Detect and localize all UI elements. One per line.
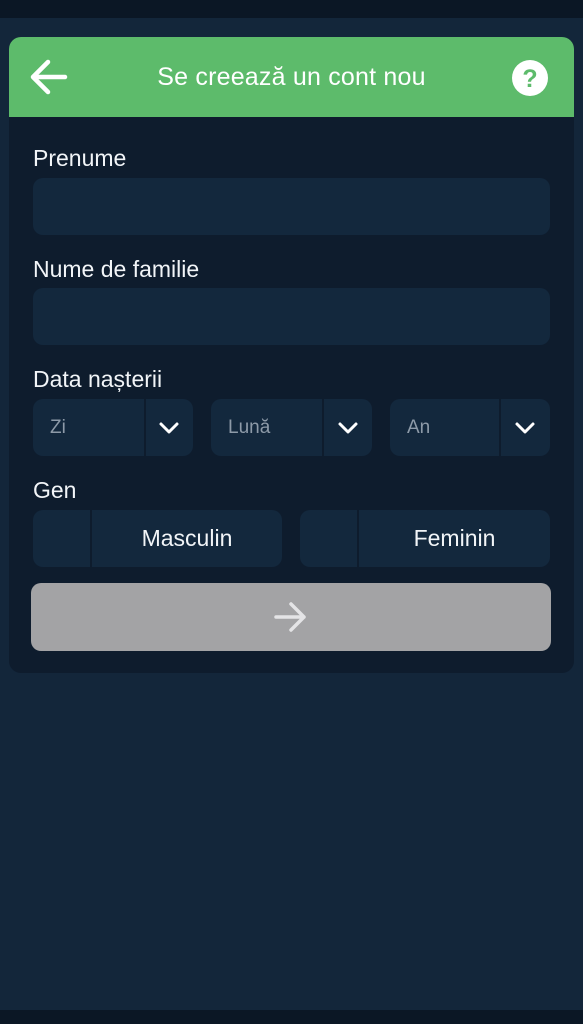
last-name-input[interactable]: [33, 288, 550, 345]
navigation-bar: [0, 1010, 583, 1024]
first-name-label: Prenume: [33, 145, 127, 171]
chevron-down-icon: [338, 422, 358, 434]
year-select-value: An: [407, 417, 431, 438]
header-bar: Se creează un cont nou ?: [9, 37, 574, 117]
gender-label: Gen: [33, 477, 77, 503]
status-bar: [0, 0, 583, 18]
month-select-value: Lună: [228, 417, 271, 438]
svg-text:?: ?: [522, 65, 537, 93]
year-select[interactable]: An: [390, 399, 550, 456]
day-select[interactable]: Zi: [33, 399, 193, 456]
signup-card: Se creează un cont nou ? Prenume Nume de…: [9, 37, 574, 673]
arrow-left-icon: [30, 59, 68, 95]
page-title: Se creează un cont nou: [157, 63, 426, 91]
gender-radio-box: [33, 510, 90, 567]
question-circle-icon: ?: [512, 60, 548, 96]
next-button[interactable]: [31, 583, 551, 651]
chevron-down-icon: [515, 422, 535, 434]
gender-option-label: Feminin: [413, 525, 496, 551]
day-select-divider: [144, 399, 146, 456]
year-select-divider: [499, 399, 501, 456]
gender-option-label: Masculin: [141, 525, 233, 551]
chevron-down-icon: [159, 422, 179, 434]
back-button[interactable]: [27, 57, 71, 97]
month-select[interactable]: Lună: [211, 399, 372, 456]
gender-radio-box: [300, 510, 357, 567]
first-name-input[interactable]: [33, 178, 550, 235]
gender-option-masculin[interactable]: Masculin: [33, 510, 282, 567]
day-select-value: Zi: [50, 417, 66, 438]
arrow-right-icon: [274, 602, 306, 632]
last-name-label: Nume de familie: [33, 256, 200, 282]
month-select-divider: [322, 399, 324, 456]
gender-option-feminin[interactable]: Feminin: [300, 510, 550, 567]
birth-date-label: Data nașterii: [33, 366, 163, 392]
help-button[interactable]: ?: [512, 60, 548, 96]
